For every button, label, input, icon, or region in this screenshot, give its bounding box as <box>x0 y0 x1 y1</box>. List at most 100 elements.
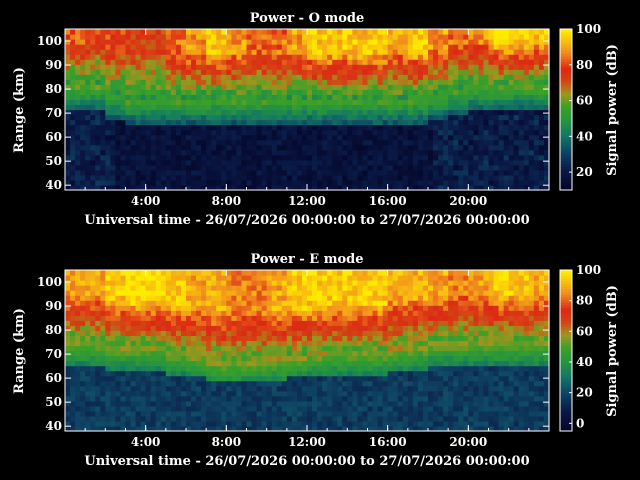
heatmap-cell <box>317 39 323 45</box>
heatmap-cell <box>352 64 359 70</box>
heatmap-cell <box>256 139 263 146</box>
heatmap-cell <box>266 400 273 407</box>
heatmap-cell <box>412 124 419 131</box>
heatmap-cell <box>387 99 394 106</box>
heatmap-cell <box>165 325 172 331</box>
heatmap-cell <box>367 149 374 156</box>
heatmap-cell <box>392 174 399 181</box>
heatmap-cell <box>140 124 147 131</box>
heatmap-cell <box>75 134 81 141</box>
heatmap-cell <box>135 119 142 126</box>
heatmap-cell <box>312 330 318 337</box>
heatmap-cell <box>513 84 520 90</box>
heatmap-cell <box>226 124 232 131</box>
heatmap-cell <box>75 74 81 80</box>
heatmap-cell <box>100 64 106 70</box>
heatmap-cell <box>216 300 222 306</box>
heatmap-cell <box>352 74 359 80</box>
heatmap-cell <box>372 89 379 96</box>
heatmap-cell <box>488 154 495 161</box>
heatmap-cell <box>221 390 227 397</box>
heatmap-cell <box>130 355 137 362</box>
heatmap-cell <box>221 375 227 382</box>
heatmap-cell <box>206 305 212 311</box>
heatmap-cell <box>175 285 182 291</box>
heatmap-cell <box>115 39 122 45</box>
heatmap-cell <box>100 44 106 50</box>
heatmap-cell <box>291 114 298 121</box>
heatmap-cell <box>407 79 414 85</box>
heatmap-cell <box>221 415 227 422</box>
heatmap-cell <box>296 134 303 141</box>
heatmap-cell <box>513 109 520 116</box>
heatmap-cell <box>155 119 162 126</box>
heatmap-cell <box>468 89 474 96</box>
heatmap-cell <box>191 29 197 35</box>
heatmap-cell <box>226 79 232 85</box>
heatmap-cell <box>307 330 313 337</box>
heatmap-cell <box>175 320 182 326</box>
heatmap-cell <box>246 285 253 291</box>
heatmap-cell <box>291 370 298 377</box>
heatmap-cell <box>236 305 243 311</box>
heatmap-cell <box>508 49 515 55</box>
heatmap-cell <box>135 330 142 337</box>
heatmap-cell <box>503 164 510 171</box>
heatmap-cell <box>312 325 318 331</box>
heatmap-cell <box>231 365 238 372</box>
heatmap-cell <box>468 169 474 176</box>
heatmap-cell <box>538 139 545 146</box>
heatmap-cell <box>145 400 152 407</box>
heatmap-cell <box>342 400 348 407</box>
heatmap-cell <box>392 49 399 55</box>
heatmap-cell <box>105 74 111 80</box>
heatmap-cell <box>281 159 288 166</box>
heatmap-cell <box>337 114 343 121</box>
heatmap-cell <box>513 99 520 106</box>
heatmap-cell <box>236 415 243 422</box>
heatmap-cell <box>407 139 414 146</box>
heatmap-cell <box>135 310 142 316</box>
heatmap-cell <box>342 164 348 171</box>
heatmap-cell <box>276 315 283 321</box>
heatmap-cell <box>175 380 182 387</box>
heatmap-cell <box>281 350 288 357</box>
heatmap-cell <box>226 29 232 35</box>
heatmap-cell <box>291 385 298 392</box>
heatmap-cell <box>251 270 258 276</box>
heatmap-cell <box>286 350 293 357</box>
heatmap-cell <box>322 64 328 70</box>
heatmap-cell <box>483 49 490 55</box>
heatmap-cell <box>180 114 187 121</box>
heatmap-cell <box>115 310 122 316</box>
heatmap-cell <box>382 129 389 136</box>
heatmap-cell <box>130 380 137 387</box>
heatmap-cell <box>110 34 117 40</box>
heatmap-cell <box>191 415 197 422</box>
heatmap-cell <box>317 104 323 111</box>
heatmap-cell <box>115 385 122 392</box>
heatmap-cell <box>261 164 268 171</box>
heatmap-cell <box>145 89 152 96</box>
heatmap-cell <box>392 154 399 161</box>
heatmap-cell <box>473 144 480 151</box>
heatmap-cell <box>332 370 338 377</box>
heatmap-cell <box>312 405 318 412</box>
heatmap-cell <box>196 59 202 65</box>
heatmap-cell <box>90 124 96 131</box>
heatmap-cell <box>241 295 248 301</box>
heatmap-cell <box>231 159 238 166</box>
heatmap-cell <box>130 390 137 397</box>
heatmap-cell <box>332 124 338 131</box>
heatmap-cell <box>528 59 535 65</box>
heatmap-cell <box>175 144 182 151</box>
heatmap-cell <box>538 124 545 131</box>
heatmap-cell <box>226 320 232 326</box>
heatmap-cell <box>387 169 394 176</box>
heatmap-cell <box>508 129 515 136</box>
heatmap-cell <box>332 144 338 151</box>
heatmap-cell <box>251 149 258 156</box>
heatmap-cell <box>397 154 404 161</box>
heatmap-cell <box>95 129 101 136</box>
heatmap-cell <box>155 179 162 186</box>
